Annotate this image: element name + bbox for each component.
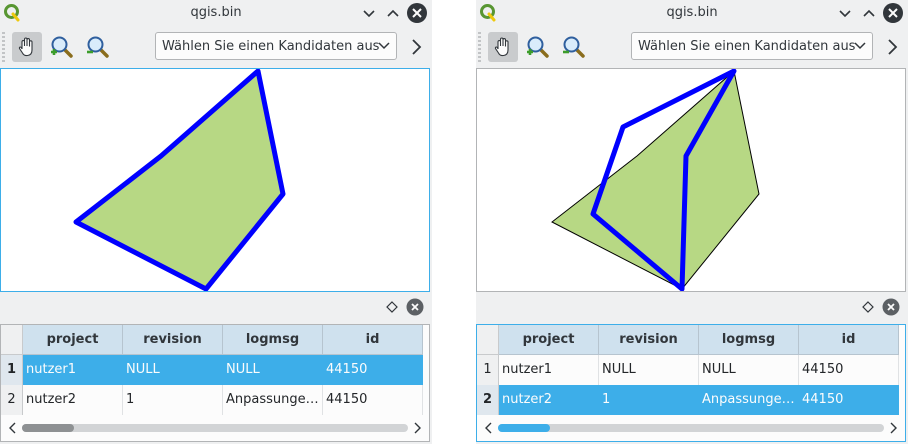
- attribute-table[interactable]: project revision logmsg id 1 nutzer1 NUL…: [0, 324, 430, 442]
- column-header-project[interactable]: project: [23, 325, 123, 355]
- scroll-right-icon[interactable]: [411, 421, 423, 435]
- row-number[interactable]: 1: [477, 355, 499, 385]
- minimize-icon[interactable]: [834, 2, 856, 24]
- candidate-select-value: Wählen Sie einen Kandidaten aus: [162, 39, 380, 54]
- horizontal-scrollbar[interactable]: [477, 417, 905, 439]
- candidate-select-value: Wählen Sie einen Kandidaten aus: [638, 39, 856, 54]
- cell-project[interactable]: nutzer1: [23, 355, 123, 385]
- pan-hand-icon: [18, 37, 33, 57]
- scroll-track[interactable]: [22, 424, 408, 432]
- cell-id[interactable]: 44150: [799, 355, 899, 385]
- zoom-out-button[interactable]: [83, 32, 113, 62]
- table-row[interactable]: 2 nutzer2 1 Anpassunge… 44150: [477, 385, 905, 415]
- map-canvas[interactable]: [476, 68, 906, 292]
- minimize-icon[interactable]: [358, 2, 380, 24]
- map-canvas[interactable]: [0, 68, 430, 292]
- scroll-right-icon[interactable]: [887, 421, 899, 435]
- map-geometry: [551, 69, 760, 291]
- scroll-left-icon[interactable]: [7, 421, 19, 435]
- table-row[interactable]: 2 nutzer2 1 Anpassunge… 44150: [1, 385, 429, 415]
- cell-id[interactable]: 44150: [323, 385, 423, 415]
- cell-revision[interactable]: NULL: [599, 355, 699, 385]
- dock-header: [476, 296, 908, 322]
- scroll-thumb[interactable]: [498, 424, 550, 432]
- zoom-in-icon: [527, 36, 549, 58]
- cell-project[interactable]: nutzer2: [499, 385, 599, 415]
- float-dock-icon[interactable]: [385, 300, 399, 314]
- title-bar[interactable]: qgis.bin: [0, 0, 432, 26]
- zoom-in-icon: [51, 36, 73, 58]
- column-header-id[interactable]: id: [323, 325, 423, 355]
- map-geometry: [73, 69, 286, 291]
- candidate-select[interactable]: Wählen Sie einen Kandidaten aus: [631, 32, 873, 60]
- title-bar[interactable]: qgis.bin: [476, 0, 908, 26]
- zoom-in-button[interactable]: [47, 32, 77, 62]
- table-row[interactable]: 1 nutzer1 NULL NULL 44150: [477, 355, 905, 385]
- cell-logmsg[interactable]: NULL: [223, 355, 323, 385]
- float-dock-icon[interactable]: [861, 300, 875, 314]
- chevron-right-icon[interactable]: [882, 37, 902, 57]
- maximize-icon[interactable]: [858, 2, 880, 24]
- column-header-id[interactable]: id: [799, 325, 899, 355]
- close-dock-icon[interactable]: [882, 298, 900, 316]
- zoom-out-icon: [87, 36, 109, 58]
- cell-project[interactable]: nutzer1: [499, 355, 599, 385]
- horizontal-scrollbar[interactable]: [1, 417, 429, 439]
- cell-revision[interactable]: 1: [599, 385, 699, 415]
- cell-revision[interactable]: 1: [123, 385, 223, 415]
- column-header-revision[interactable]: revision: [599, 325, 699, 355]
- zoom-in-button[interactable]: [523, 32, 553, 62]
- cell-id[interactable]: 44150: [323, 355, 423, 385]
- chevron-down-icon: [854, 42, 866, 50]
- qgis-window-right: qgis.bin Wählen Sie einen Kandidaten aus…: [476, 0, 908, 444]
- column-header-revision[interactable]: revision: [123, 325, 223, 355]
- row-number[interactable]: 2: [477, 385, 499, 415]
- scroll-left-icon[interactable]: [483, 421, 495, 435]
- qgis-window-left: qgis.bin Wählen Sie einen Kandidaten aus…: [0, 0, 432, 444]
- zoom-out-button[interactable]: [559, 32, 589, 62]
- map-toolbar: Wählen Sie einen Kandidaten aus: [0, 26, 432, 68]
- toolbar-handle[interactable]: [478, 32, 481, 62]
- close-dock-icon[interactable]: [406, 298, 424, 316]
- pan-hand-icon: [494, 37, 509, 57]
- chevron-right-icon[interactable]: [406, 37, 426, 57]
- column-header-project[interactable]: project: [499, 325, 599, 355]
- zoom-out-icon: [563, 36, 585, 58]
- table-row[interactable]: 1 nutzer1 NULL NULL 44150: [1, 355, 429, 385]
- map-toolbar: Wählen Sie einen Kandidaten aus: [476, 26, 908, 68]
- pan-tool-button[interactable]: [12, 32, 42, 62]
- scroll-track[interactable]: [498, 424, 884, 432]
- table-corner[interactable]: [1, 325, 23, 355]
- maximize-icon[interactable]: [382, 2, 404, 24]
- close-icon[interactable]: [406, 2, 428, 24]
- row-number[interactable]: 2: [1, 385, 23, 415]
- close-icon[interactable]: [882, 2, 904, 24]
- toolbar-handle[interactable]: [2, 32, 5, 62]
- table-corner[interactable]: [477, 325, 499, 355]
- pan-tool-button[interactable]: [488, 32, 518, 62]
- row-number[interactable]: 1: [1, 355, 23, 385]
- scroll-thumb[interactable]: [22, 424, 74, 432]
- cell-revision[interactable]: NULL: [123, 355, 223, 385]
- polygon-feature[interactable]: [73, 69, 286, 291]
- polygon-feature[interactable]: [551, 70, 760, 290]
- cell-logmsg[interactable]: Anpassunge…: [223, 385, 323, 415]
- cell-project[interactable]: nutzer2: [23, 385, 123, 415]
- cell-logmsg[interactable]: NULL: [699, 355, 799, 385]
- candidate-select[interactable]: Wählen Sie einen Kandidaten aus: [155, 32, 397, 60]
- cell-id[interactable]: 44150: [799, 385, 899, 415]
- dock-header: [0, 296, 432, 322]
- column-header-logmsg[interactable]: logmsg: [699, 325, 799, 355]
- attribute-table[interactable]: project revision logmsg id 1 nutzer1 NUL…: [476, 324, 906, 442]
- cell-logmsg[interactable]: Anpassunge…: [699, 385, 799, 415]
- column-header-logmsg[interactable]: logmsg: [223, 325, 323, 355]
- chevron-down-icon: [378, 42, 390, 50]
